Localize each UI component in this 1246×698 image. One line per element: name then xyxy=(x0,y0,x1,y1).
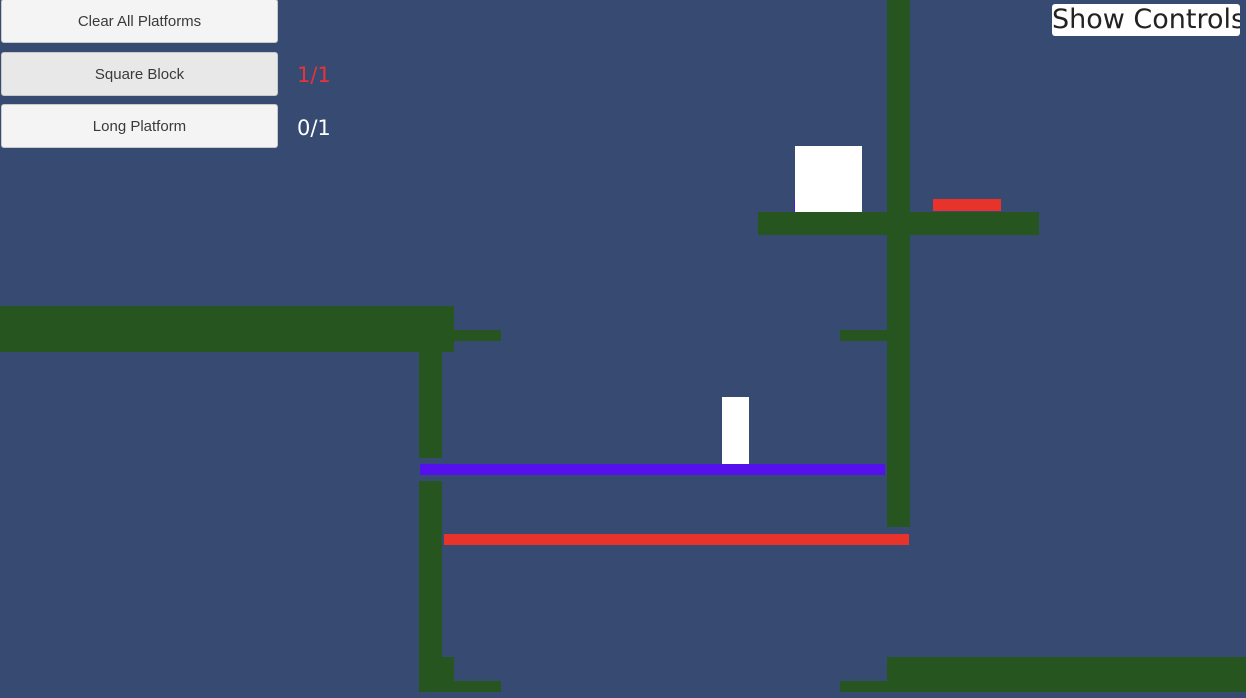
red-hazard-bar xyxy=(444,534,909,545)
bottom-right-lip xyxy=(840,681,887,692)
player-character xyxy=(722,397,749,464)
clear-all-platforms-button[interactable]: Clear All Platforms xyxy=(1,0,278,43)
upper-platform xyxy=(758,212,1039,235)
square-block[interactable] xyxy=(795,146,862,212)
right-pillar xyxy=(887,0,910,527)
long-platform-count: 0/1 xyxy=(297,116,331,140)
right-pillar-lip xyxy=(840,330,887,341)
square-block-count: 1/1 xyxy=(297,63,331,87)
left-ledge xyxy=(0,306,454,352)
left-pillar-upper xyxy=(419,341,442,458)
placed-long-platform[interactable] xyxy=(420,464,885,475)
bottom-right-floor xyxy=(887,657,1246,692)
bottom-left-lip xyxy=(442,681,501,692)
long-platform-button[interactable]: Long Platform xyxy=(1,104,278,148)
left-ledge-lip xyxy=(440,330,501,341)
show-controls-button[interactable]: Show Controls xyxy=(1052,4,1240,36)
red-hazard-small xyxy=(933,199,1001,211)
square-block-button[interactable]: Square Block xyxy=(1,52,278,96)
